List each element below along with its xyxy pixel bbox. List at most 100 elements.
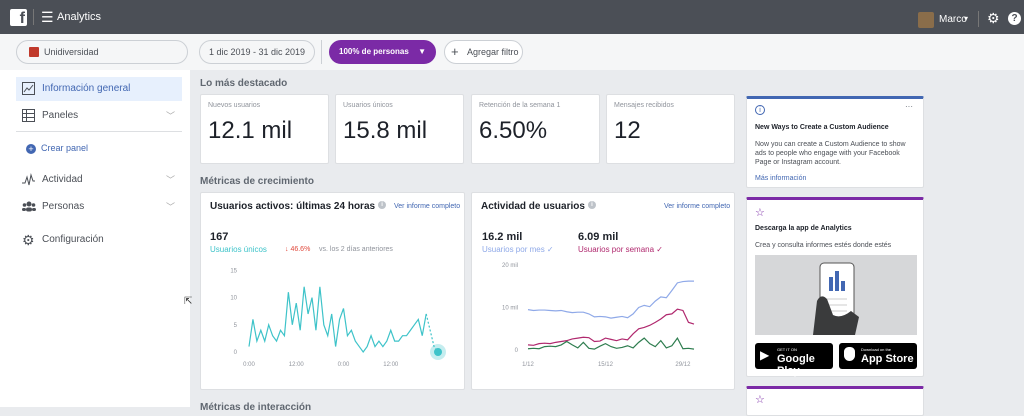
facebook-logo-icon[interactable]: f — [10, 9, 27, 26]
stat-value: 12 — [614, 117, 641, 144]
stat-label: Nuevos usuarios — [208, 102, 261, 109]
avatar[interactable] — [918, 12, 934, 28]
google-play-label: Google Play — [777, 353, 815, 377]
user-activity-title: Actividad de usuarios i — [481, 201, 596, 212]
sidebar-item-activity[interactable]: Actividad ﹀ — [16, 168, 182, 192]
sidebar-item-settings[interactable]: ⚙ Configuración — [16, 228, 182, 252]
active-users-chart[interactable]: 0 5 10 15 0:00 12:00 0:00 12:00 — [216, 259, 456, 389]
x-tick-label: 12:00 — [289, 362, 305, 368]
user-name[interactable]: Marco — [939, 14, 967, 25]
sidebar: Información general Paneles ﹀ + Crear pan… — [0, 70, 190, 407]
play-icon: ▶ — [760, 348, 770, 362]
app-store-button[interactable]: Download on the App Store — [839, 343, 917, 369]
caret-down-icon[interactable]: ▾ — [964, 14, 968, 23]
sidebar-item-label: Paneles — [42, 110, 79, 121]
plus-icon: + — [451, 44, 459, 59]
mouse-cursor-icon: ⇱ — [184, 296, 193, 307]
highlights-title: Lo más destacado — [200, 78, 288, 89]
people-icon — [22, 200, 36, 214]
weekly-users-value: 6.09 mil — [578, 231, 619, 243]
change-badge: ↓ 46.6% — [285, 246, 311, 253]
google-play-button[interactable]: ▶ GET IT ON Google Play — [755, 343, 833, 377]
y-tick-label: 15 — [230, 268, 237, 274]
series-label-monthly-text: Usuarios por mes — [482, 245, 545, 254]
audience-filter-label: 100% de personas — [339, 47, 409, 56]
top-divider — [33, 9, 34, 25]
help-icon[interactable]: ? — [1008, 12, 1021, 25]
menu-icon[interactable]: ☰ — [41, 10, 54, 24]
full-report-link[interactable]: Ver informe completo — [394, 203, 460, 210]
dashboard-icon — [22, 109, 36, 123]
x-tick-label: 0:00 — [338, 362, 350, 368]
sidebar-item-label: Personas — [42, 201, 85, 212]
series-line-monthly-users — [527, 280, 694, 319]
y-tick-label: 0 — [234, 350, 238, 356]
download-app-title: Descarga la app de Analytics — [755, 225, 852, 232]
stat-value: 12.1 mil — [208, 117, 293, 144]
y-tick-label: 0 — [515, 348, 519, 354]
monthly-users-value: 16.2 mil — [482, 231, 523, 243]
entity-label: Unidiversidad — [44, 47, 99, 57]
user-activity-chart[interactable]: 0 10 mil 20 mil 1/12 15/12 29/12 — [484, 259, 724, 389]
add-filter-button[interactable]: + Agregar filtro — [444, 40, 523, 64]
check-icon: ✓ — [656, 245, 663, 254]
sidebar-item-panels[interactable]: Paneles ﹀ — [16, 104, 182, 128]
gear-icon: ⚙ — [22, 232, 35, 248]
more-options-icon[interactable]: ··· — [905, 102, 913, 111]
app-store-small-label: Download on the — [861, 347, 892, 352]
sidebar-item-label: Información general — [42, 83, 131, 94]
series-label-unique: Usuarios únicos — [210, 245, 267, 254]
create-panel-link[interactable]: + Crear panel — [26, 143, 88, 154]
active-users-count: 167 — [210, 231, 229, 243]
stat-card-unique-users[interactable]: Usuarios únicos 15.8 mil — [335, 94, 464, 164]
series-label-weekly-text: Usuarios por semana — [578, 245, 655, 254]
stat-card-messages[interactable]: Mensajes recibidos 12 — [606, 94, 735, 164]
audience-filter-button[interactable]: 100% de personas ▼ — [329, 40, 436, 64]
x-tick-label: 12:00 — [383, 362, 399, 368]
google-play-small-label: GET IT ON — [777, 347, 797, 352]
series-label-monthly[interactable]: Usuarios por mes ✓ — [482, 245, 554, 254]
y-tick-label: 10 mil — [502, 306, 518, 312]
active-users-card: Usuarios activos: últimas 24 horas i Ver … — [200, 192, 465, 390]
stat-card-new-users[interactable]: Nuevos usuarios 12.1 mil — [200, 94, 329, 164]
info-icon[interactable]: i — [378, 201, 387, 209]
current-point-marker — [434, 348, 442, 356]
series-line-weekly-users — [527, 308, 695, 346]
x-tick-label: 29/12 — [675, 362, 691, 368]
date-range-selector[interactable]: 1 dic 2019 - 31 dic 2019 — [199, 40, 315, 64]
info-circle-icon: i — [755, 105, 765, 115]
y-tick-label: 5 — [234, 323, 238, 329]
stat-value: 15.8 mil — [343, 117, 428, 144]
entity-icon — [29, 47, 39, 57]
phone-illustration — [755, 255, 917, 335]
stat-label: Retención de la semana 1 — [479, 102, 561, 109]
series-label-weekly[interactable]: Usuarios por semana ✓ — [578, 245, 663, 254]
sidebar-item-overview[interactable]: Información general — [16, 77, 182, 101]
sidebar-item-label: Actividad — [42, 174, 83, 185]
app-title[interactable]: Analytics — [57, 11, 101, 23]
sidebar-divider — [16, 131, 182, 132]
app-store-label: App Store — [861, 353, 914, 365]
x-tick-label: 1/12 — [522, 362, 534, 368]
sidebar-item-people[interactable]: Personas ﹀ — [16, 195, 182, 219]
active-users-title: Usuarios activos: últimas 24 horas i — [210, 201, 387, 212]
caret-down-icon: ▼ — [418, 47, 426, 56]
more-info-link[interactable]: Más información — [755, 175, 806, 182]
full-report-link[interactable]: Ver informe completo — [664, 203, 730, 210]
entity-selector[interactable]: Unidiversidad — [16, 40, 188, 64]
gear-icon[interactable]: ⚙ — [987, 10, 1000, 27]
activity-icon — [22, 173, 36, 187]
check-icon: ✓ — [546, 245, 554, 254]
stat-card-retention[interactable]: Retención de la semana 1 6.50% — [471, 94, 600, 164]
add-filter-label: Agregar filtro — [467, 47, 519, 57]
series-line-unique-users — [248, 286, 427, 354]
y-tick-label: 10 — [230, 296, 237, 302]
x-tick-label: 0:00 — [243, 362, 255, 368]
star-icon: ☆ — [755, 207, 765, 219]
user-activity-title-text: Actividad de usuarios — [481, 201, 585, 212]
chevron-down-icon: ﹀ — [166, 175, 176, 185]
top-bar: f ☰ Analytics Marco ▾ ⚙ ? — [0, 0, 1024, 34]
info-icon[interactable]: i — [587, 201, 596, 209]
download-app-card: ☆ Descarga la app de Analytics Crea y co… — [746, 197, 924, 377]
create-panel-label: Crear panel — [41, 143, 89, 153]
